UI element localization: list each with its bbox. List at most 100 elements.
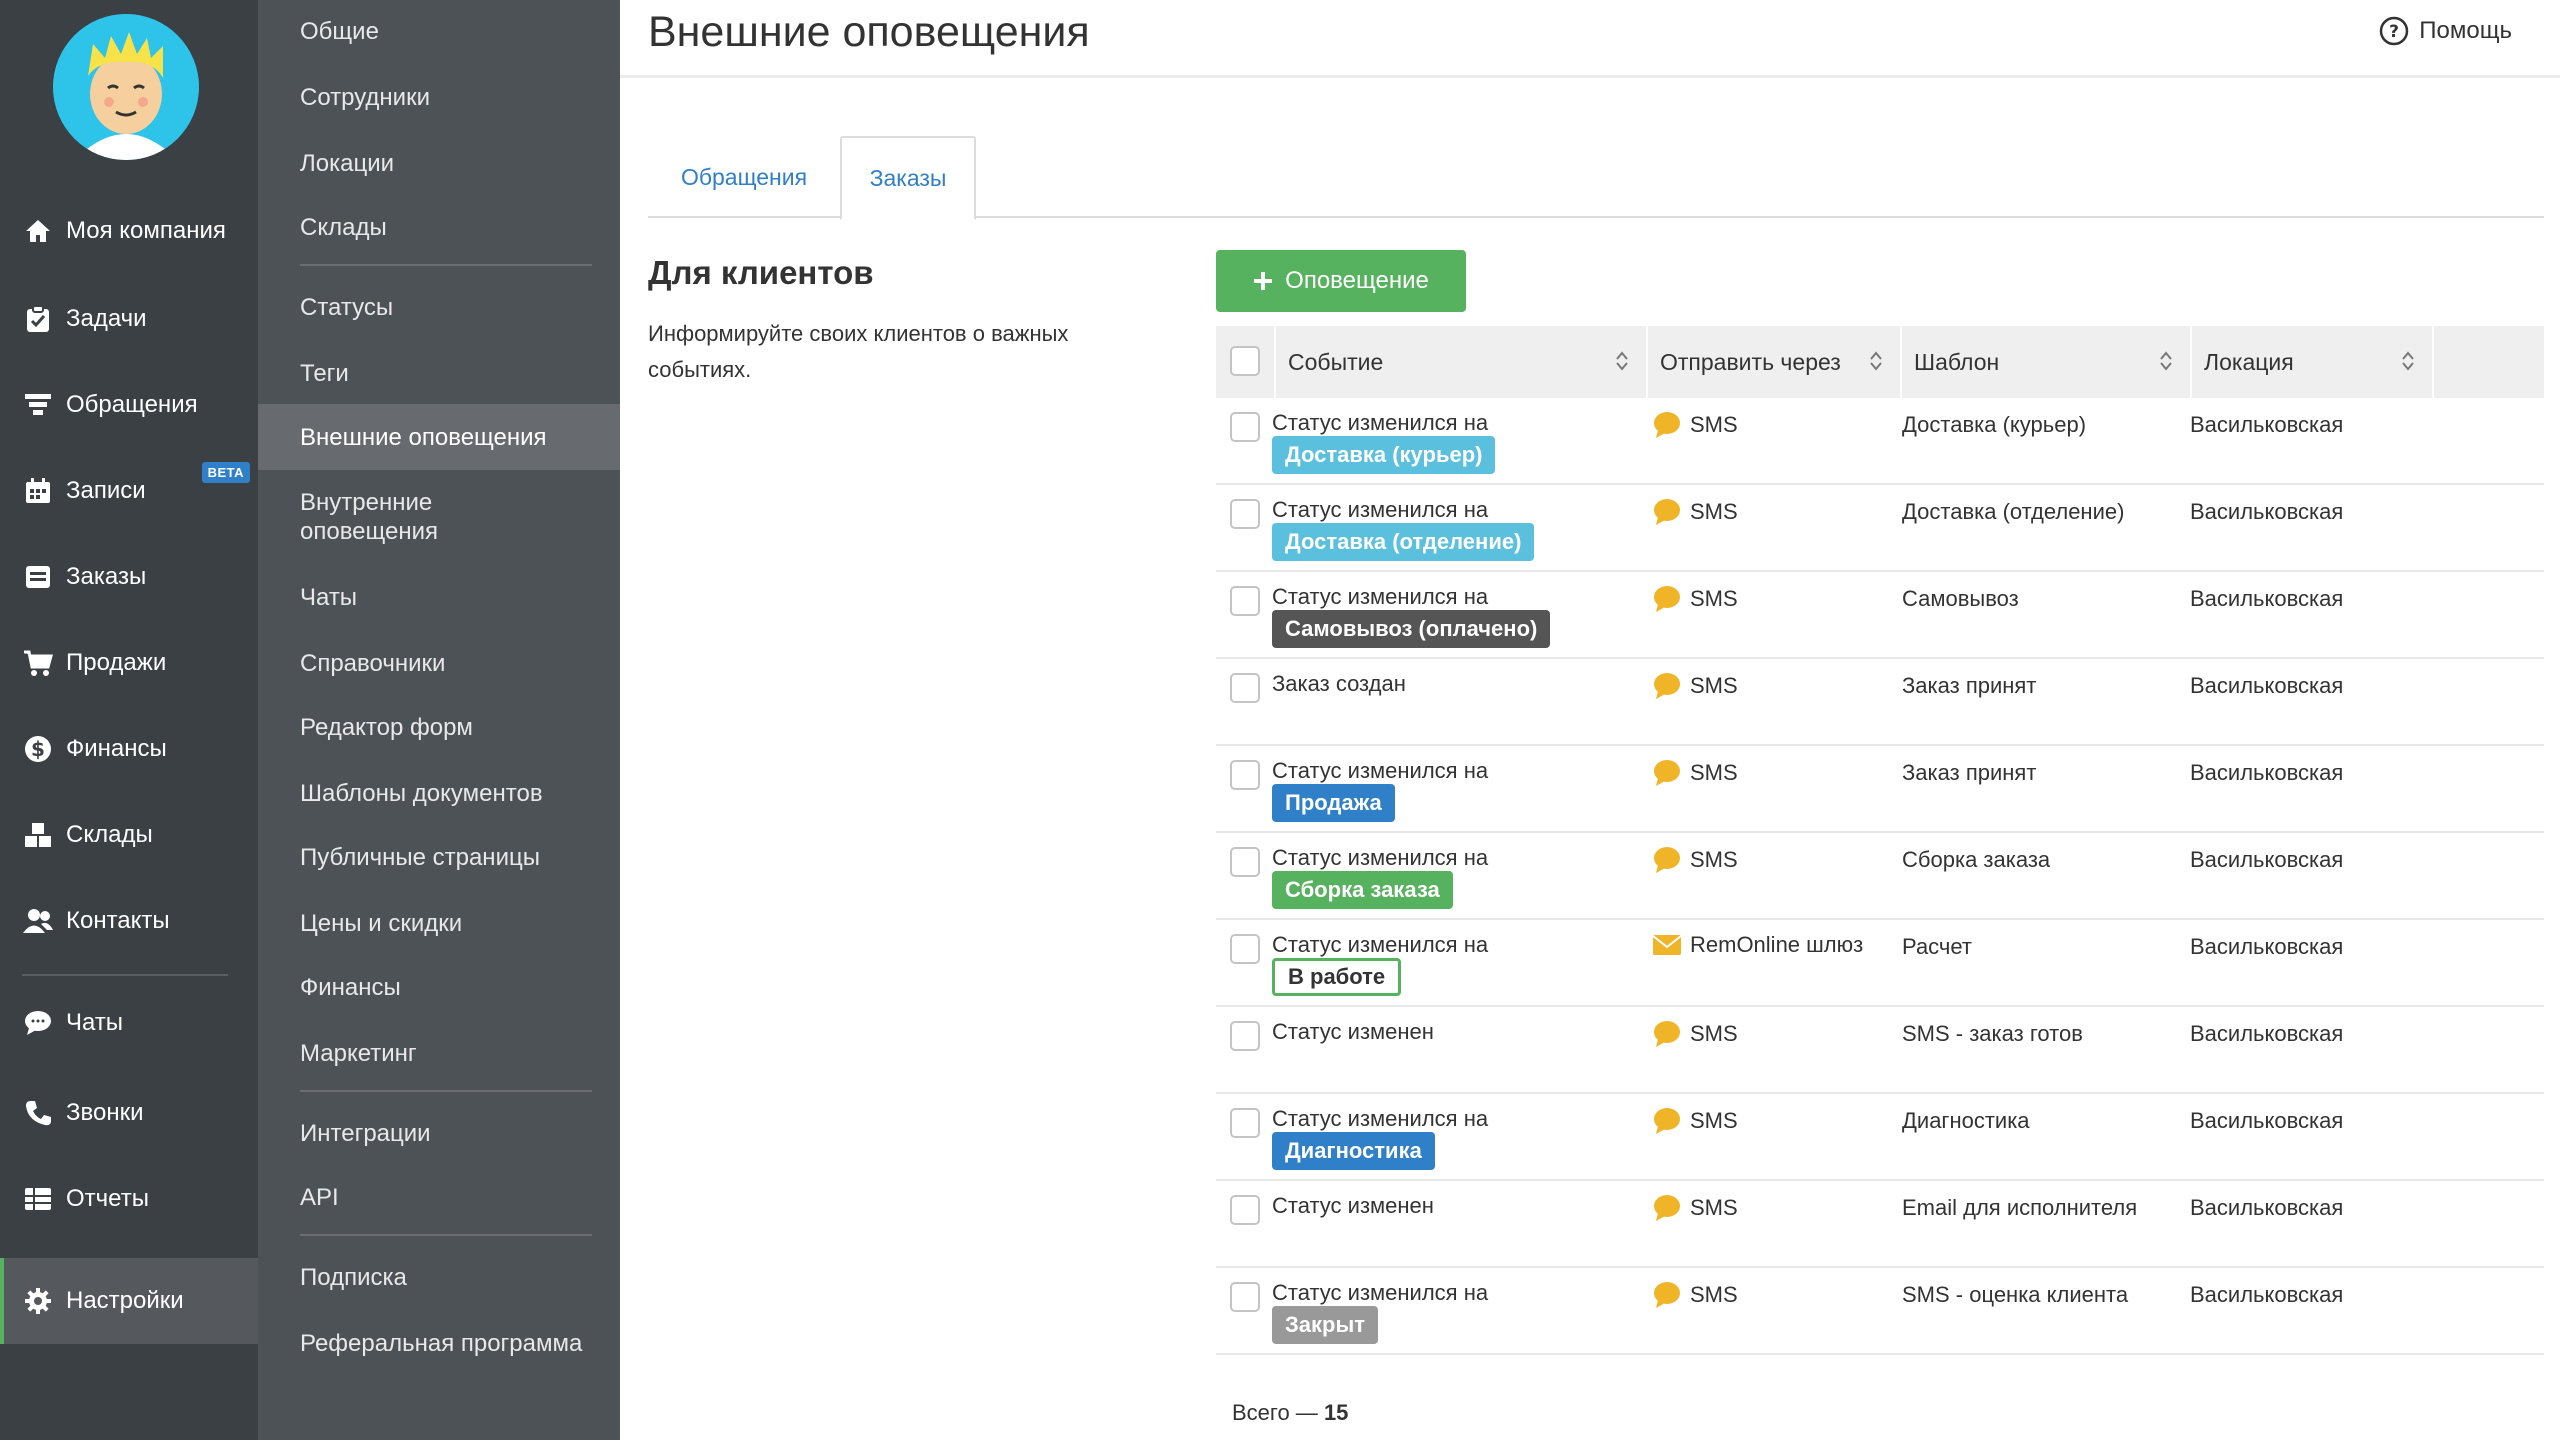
- subnav-item-finance[interactable]: Финансы: [258, 966, 620, 1008]
- total-label: Всего —: [1232, 1400, 1318, 1425]
- table-row[interactable]: Статус изменился на Доставка (отделение)…: [1216, 485, 2544, 572]
- tab-orders[interactable]: Заказы: [840, 136, 976, 220]
- subnav-item-statuses[interactable]: Статусы: [258, 286, 620, 328]
- subnav-item-subscription[interactable]: Подписка: [258, 1256, 620, 1298]
- row-checkbox[interactable]: [1230, 1021, 1260, 1051]
- user-avatar[interactable]: [53, 14, 199, 160]
- nav-item-label: Чаты: [66, 1009, 124, 1036]
- subnav-item-warehouses[interactable]: Склады: [258, 206, 620, 248]
- table-row[interactable]: Статус изменился на Самовывоз (оплачено)…: [1216, 572, 2544, 659]
- row-checkbox[interactable]: [1230, 760, 1260, 790]
- subnav-item-locations[interactable]: Локации: [258, 142, 620, 184]
- send-via: SMS: [1652, 1019, 1738, 1049]
- subnav-item-prices-discounts[interactable]: Цены и скидки: [258, 902, 620, 944]
- subnav-item-integrations[interactable]: Интеграции: [258, 1112, 620, 1154]
- row-checkbox[interactable]: [1230, 586, 1260, 616]
- nav-item-tasks[interactable]: Задачи: [0, 276, 258, 362]
- add-notification-button[interactable]: Оповещение: [1216, 250, 1466, 312]
- subnav-item-tags[interactable]: Теги: [258, 352, 620, 394]
- sms-icon: [1654, 1195, 1680, 1221]
- sms-icon: [1654, 760, 1680, 786]
- subnav-item-public-pages[interactable]: Публичные страницы: [258, 836, 620, 878]
- subnav-item-employees[interactable]: Сотрудники: [258, 76, 620, 118]
- nav-item-warehouses[interactable]: Склады: [0, 792, 258, 878]
- location-name: Васильковская: [2190, 1021, 2344, 1046]
- subnav-item-chats[interactable]: Чаты: [258, 576, 620, 618]
- total-count: Всего — 15: [1232, 1400, 1348, 1426]
- row-checkbox[interactable]: [1230, 499, 1260, 529]
- table-row[interactable]: Статус изменился на Сборка заказа SMS Сб…: [1216, 833, 2544, 920]
- nav-item-label: Склады: [66, 821, 153, 848]
- nav-item-appointments[interactable]: Записи BETA: [0, 448, 258, 534]
- select-all-checkbox[interactable]: [1230, 346, 1260, 376]
- row-checkbox[interactable]: [1230, 1108, 1260, 1138]
- add-notification-label: Оповещение: [1285, 267, 1429, 294]
- row-checkbox[interactable]: [1230, 412, 1260, 442]
- column-send-via[interactable]: Отправить через: [1648, 326, 1902, 398]
- boxes-icon: [22, 819, 54, 851]
- sms-icon: [1654, 586, 1680, 612]
- row-checkbox[interactable]: [1230, 1282, 1260, 1312]
- subnav-item-general[interactable]: Общие: [258, 10, 620, 52]
- nav-item-orders[interactable]: Заказы: [0, 534, 258, 620]
- subnav-item-external-notifications[interactable]: Внешние оповещения: [258, 404, 620, 470]
- nav-item-my-company[interactable]: Моя компания: [0, 188, 258, 274]
- nav-item-chats[interactable]: Чаты: [0, 980, 258, 1066]
- row-checkbox[interactable]: [1230, 934, 1260, 964]
- nav-item-finance[interactable]: $ Финансы: [0, 706, 258, 792]
- nav-item-settings[interactable]: Настройки: [0, 1258, 258, 1344]
- event-text: Статус изменен: [1272, 1193, 1434, 1218]
- send-via: SMS: [1652, 845, 1738, 875]
- table-row[interactable]: Статус изменился на Диагностика SMS Диаг…: [1216, 1094, 2544, 1181]
- location-name: Васильковская: [2190, 760, 2344, 785]
- row-checkbox[interactable]: [1230, 847, 1260, 877]
- subnav-item-document-templates[interactable]: Шаблоны документов: [258, 772, 620, 814]
- calendar-icon: [22, 475, 54, 507]
- table-header: Событие Отправить через Шаблон Локация: [1216, 326, 2544, 398]
- subnav-item-api[interactable]: API: [258, 1176, 620, 1218]
- help-link[interactable]: ? Помощь: [2379, 16, 2512, 46]
- location-name: Васильковская: [2190, 673, 2344, 698]
- nav-item-calls[interactable]: Звонки: [0, 1070, 258, 1156]
- column-location[interactable]: Локация: [2192, 326, 2434, 398]
- svg-text:?: ?: [2389, 22, 2399, 42]
- table-row[interactable]: Статус изменен SMS Email для исполнителя…: [1216, 1181, 2544, 1268]
- nav-item-label: Отчеты: [66, 1185, 149, 1212]
- table-row[interactable]: Статус изменился на В работе RemOnline ш…: [1216, 920, 2544, 1007]
- table-row[interactable]: Статус изменен SMS SMS - заказ готов Вас…: [1216, 1007, 2544, 1094]
- send-via-label: SMS: [1690, 586, 1738, 611]
- notifications-table: Событие Отправить через Шаблон Локация С…: [1216, 326, 2544, 1355]
- send-via-label: SMS: [1690, 1021, 1738, 1046]
- page-title: Внешние оповещения: [648, 8, 1090, 56]
- nav-item-contacts[interactable]: Контакты: [0, 878, 258, 964]
- row-checkbox[interactable]: [1230, 673, 1260, 703]
- sms-icon: [1654, 673, 1680, 699]
- table-row[interactable]: Заказ создан SMS Заказ принят Васильковс…: [1216, 659, 2544, 746]
- subnav-item-marketing[interactable]: Маркетинг: [258, 1032, 620, 1074]
- subnav-item-directories[interactable]: Справочники: [258, 642, 620, 684]
- table-row[interactable]: Статус изменился на Доставка (курьер) SM…: [1216, 398, 2544, 485]
- subnav-divider: [300, 264, 592, 266]
- column-template[interactable]: Шаблон: [1902, 326, 2192, 398]
- page-header: Внешние оповещения ? Помощь: [620, 0, 2560, 78]
- table-row[interactable]: Статус изменился на Продажа SMS Заказ пр…: [1216, 746, 2544, 833]
- event-text: Статус изменился на: [1272, 845, 1489, 870]
- tab-requests[interactable]: Обращения: [648, 136, 840, 218]
- template-name: Email для исполнителя: [1902, 1195, 2138, 1220]
- column-label: Локация: [2204, 348, 2294, 375]
- row-checkbox[interactable]: [1230, 1195, 1260, 1225]
- section-description: Информируйте своих клиентов о важных соб…: [648, 321, 1069, 382]
- send-via: SMS: [1652, 1193, 1738, 1223]
- subnav-item-referral[interactable]: Реферальная программа: [258, 1322, 620, 1364]
- column-event[interactable]: Событие: [1276, 326, 1648, 398]
- help-label: Помощь: [2419, 17, 2512, 44]
- nav-item-sales[interactable]: Продажи: [0, 620, 258, 706]
- nav-item-reports[interactable]: Отчеты: [0, 1156, 258, 1242]
- sms-icon: [1654, 1282, 1680, 1308]
- table-row[interactable]: Статус изменился на Закрыт SMS SMS - оце…: [1216, 1268, 2544, 1355]
- sort-icon: [1870, 351, 1882, 371]
- section-title: Для клиентов: [648, 254, 874, 291]
- subnav-item-form-editor[interactable]: Редактор форм: [258, 706, 620, 748]
- subnav-item-internal-notifications[interactable]: Внутренние оповещения: [258, 484, 558, 550]
- nav-item-requests[interactable]: Обращения: [0, 362, 258, 448]
